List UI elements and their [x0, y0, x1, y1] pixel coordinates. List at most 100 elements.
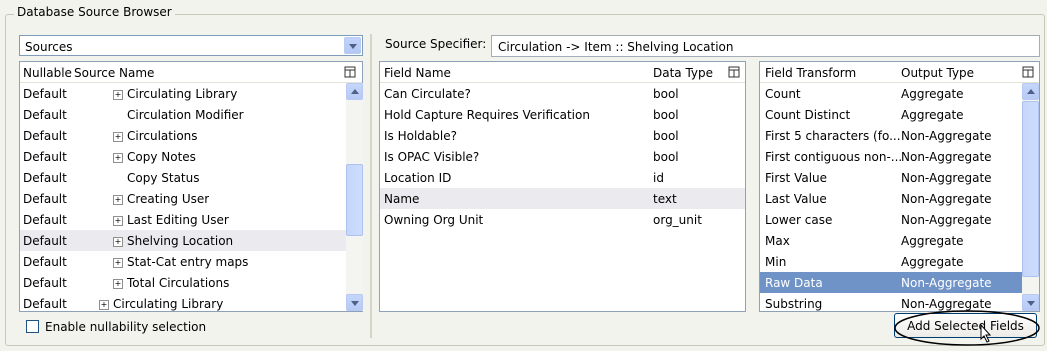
table-row[interactable]: Last Value Non-Aggregate [760, 188, 1022, 209]
list-item[interactable]: Default Circulation Modifier [20, 104, 346, 125]
expand-icon[interactable]: + [113, 153, 123, 163]
nullability-checkbox[interactable] [26, 320, 39, 333]
transforms-panel: Field Transform Output Type Count Aggrega… [759, 61, 1040, 312]
table-row[interactable]: Name text [380, 188, 745, 209]
row-source-name-text: Circulating Library [127, 87, 238, 101]
source-specifier-value: Circulation -> Item :: Shelving Location [498, 40, 734, 54]
row-nullable: Default [23, 297, 67, 311]
row-nullable: Default [23, 213, 67, 227]
list-item[interactable]: Default + Circulating Library [20, 83, 346, 104]
row-source-name-text: Creating User [127, 192, 210, 206]
scroll-thumb[interactable] [346, 164, 363, 236]
scroll-up-icon[interactable] [346, 83, 363, 100]
nullability-label: Enable nullability selection [45, 320, 207, 334]
table-row[interactable]: Owning Org Unit org_unit [380, 209, 745, 230]
list-item[interactable]: Default + Stat-Cat entry maps [20, 251, 346, 272]
field-data-type: bool [653, 87, 679, 101]
output-type: Non-Aggregate [901, 213, 992, 227]
sources-scrollbar[interactable] [346, 83, 363, 311]
output-type: Aggregate [901, 108, 964, 122]
splitter[interactable] [370, 34, 372, 338]
output-type: Aggregate [901, 255, 964, 269]
row-source-name: + Circulations [113, 129, 198, 143]
table-row[interactable]: Count Aggregate [760, 83, 1022, 104]
list-item[interactable]: Default + Circulating Library [20, 293, 346, 314]
header-output-type[interactable]: Output Type [901, 66, 974, 80]
column-picker-icon[interactable] [1022, 66, 1034, 78]
scroll-thumb[interactable] [1022, 101, 1039, 277]
row-nullable: Default [23, 129, 67, 143]
table-row[interactable]: Raw Data Non-Aggregate [760, 272, 1022, 293]
expand-icon[interactable]: + [113, 195, 123, 205]
expand-icon[interactable]: + [99, 300, 109, 310]
field-transform: First Value [765, 171, 828, 185]
row-nullable: Default [23, 192, 67, 206]
row-source-name: + Total Circulations [113, 276, 229, 290]
field-name: Name [384, 192, 420, 206]
output-type: Aggregate [901, 87, 964, 101]
field-data-type: bool [653, 108, 679, 122]
dropdown-arrow-icon[interactable] [344, 37, 361, 54]
source-specifier-field[interactable]: Circulation -> Item :: Shelving Location [491, 35, 1040, 57]
column-picker-icon[interactable] [728, 66, 740, 78]
expand-icon[interactable]: + [113, 237, 123, 247]
output-type: Non-Aggregate [901, 192, 992, 206]
expand-icon[interactable]: + [113, 258, 123, 268]
expand-icon[interactable]: + [113, 279, 123, 289]
table-row[interactable]: Is Holdable? bool [380, 125, 745, 146]
list-item[interactable]: Default + Circulations [20, 125, 346, 146]
table-row[interactable]: Lower case Non-Aggregate [760, 209, 1022, 230]
sources-dropdown[interactable]: Sources [19, 35, 363, 56]
row-source-name: + Stat-Cat entry maps [113, 255, 248, 269]
expand-icon[interactable]: + [113, 132, 123, 142]
row-source-name-text: Copy Notes [127, 150, 196, 164]
scroll-up-icon[interactable] [1022, 83, 1039, 100]
header-data-type[interactable]: Data Type [653, 66, 713, 80]
table-row[interactable]: Can Circulate? bool [380, 83, 745, 104]
field-transform: Last Value [765, 192, 827, 206]
table-row[interactable]: First Value Non-Aggregate [760, 167, 1022, 188]
list-item[interactable]: Default + Total Circulations [20, 272, 346, 293]
mouse-cursor-icon [980, 324, 992, 343]
field-name: Can Circulate? [384, 87, 471, 101]
table-row[interactable]: Max Aggregate [760, 230, 1022, 251]
scroll-down-icon[interactable] [346, 294, 363, 311]
field-data-type: org_unit [653, 213, 702, 227]
row-source-name: + Last Editing User [113, 213, 229, 227]
row-source-name-text: Stat-Cat entry maps [127, 255, 249, 269]
table-row[interactable]: First 5 characters (fo... Non-Aggregate [760, 125, 1022, 146]
expand-icon[interactable]: + [113, 90, 123, 100]
table-row[interactable]: Hold Capture Requires Verification bool [380, 104, 745, 125]
list-item[interactable]: Default + Creating User [20, 188, 346, 209]
output-type: Non-Aggregate [901, 150, 992, 164]
expand-icon[interactable]: + [113, 216, 123, 226]
list-item[interactable]: Default + Shelving Location [20, 230, 346, 251]
row-source-name: + Creating User [113, 192, 209, 206]
output-type: Non-Aggregate [901, 171, 992, 185]
field-transform: Min [765, 255, 787, 269]
header-field-name[interactable]: Field Name [384, 66, 451, 80]
table-row[interactable]: Is OPAC Visible? bool [380, 146, 745, 167]
table-row[interactable]: Min Aggregate [760, 251, 1022, 272]
header-field-transform[interactable]: Field Transform [765, 66, 856, 80]
table-row[interactable]: Location ID id [380, 167, 745, 188]
field-transform: Max [765, 234, 790, 248]
row-source-name: Copy Status [127, 171, 200, 185]
row-source-name-text: Circulation Modifier [127, 108, 244, 122]
table-row[interactable]: First contiguous non-... Non-Aggregate [760, 146, 1022, 167]
column-picker-icon[interactable] [344, 66, 356, 78]
list-item[interactable]: Default Copy Status [20, 167, 346, 188]
transforms-scrollbar[interactable] [1022, 83, 1039, 311]
table-row[interactable]: Count Distinct Aggregate [760, 104, 1022, 125]
field-transform: Lower case [765, 213, 833, 227]
field-name: Hold Capture Requires Verification [384, 108, 590, 122]
list-item[interactable]: Default + Copy Notes [20, 146, 346, 167]
field-data-type: bool [653, 150, 679, 164]
header-source-name[interactable]: Source Name [74, 66, 154, 80]
header-nullable[interactable]: Nullable [23, 66, 72, 80]
row-nullable: Default [23, 276, 67, 290]
list-item[interactable]: Default + Last Editing User [20, 209, 346, 230]
row-nullable: Default [23, 234, 67, 248]
row-source-name-text: Shelving Location [127, 234, 234, 248]
field-data-type: text [653, 192, 677, 206]
